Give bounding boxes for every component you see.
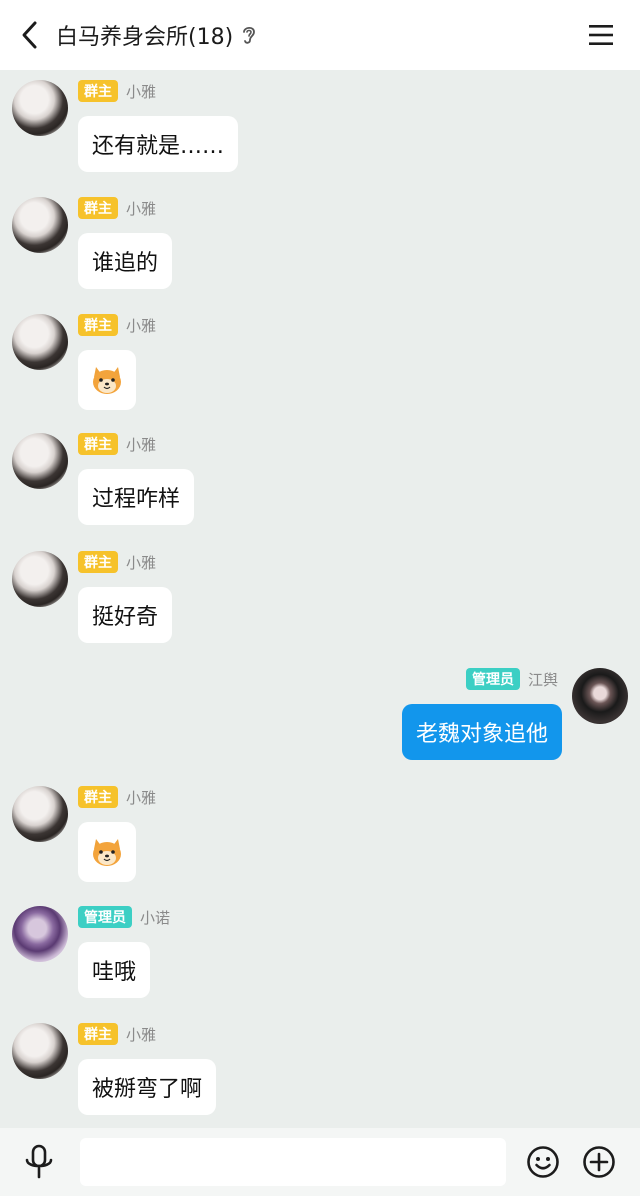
sender-meta: 群主 小雅	[78, 80, 156, 102]
ear-icon[interactable]	[241, 24, 257, 46]
sender-meta: 群主 小雅	[78, 197, 156, 219]
more-button[interactable]	[582, 1145, 616, 1179]
avatar[interactable]	[12, 433, 68, 489]
sender-meta: 管理员 小诺	[78, 906, 170, 928]
sender-meta: 群主 小雅	[78, 551, 156, 573]
message-bubble[interactable]: 哇哦	[78, 942, 151, 998]
sender-name[interactable]: 小雅	[126, 787, 156, 808]
avatar[interactable]	[12, 906, 68, 962]
message-bubble[interactable]: 还有就是……	[78, 116, 239, 172]
role-badge: 群主	[78, 197, 118, 219]
sender-name[interactable]: 小雅	[126, 198, 156, 219]
voice-button[interactable]	[22, 1144, 56, 1180]
input-bar	[0, 1128, 640, 1196]
smiley-icon	[527, 1146, 559, 1178]
role-badge: 群主	[78, 1023, 118, 1045]
message-bubble[interactable]: 过程咋样	[78, 469, 195, 525]
avatar[interactable]	[12, 197, 68, 253]
message-bubble[interactable]: 被掰弯了啊	[78, 1059, 217, 1115]
avatar[interactable]	[12, 786, 68, 842]
chat-message-list[interactable]: 群主 小雅 还有就是…… 群主 小雅 谁追的 群主 小雅 群主 小雅 过程咋样 …	[0, 70, 640, 1128]
avatar[interactable]	[12, 314, 68, 370]
role-badge: 群主	[78, 80, 118, 102]
avatar[interactable]	[572, 668, 628, 724]
role-badge: 管理员	[465, 668, 520, 690]
sender-name[interactable]: 江舆	[528, 669, 558, 690]
message-bubble[interactable]: 挺好奇	[78, 587, 173, 643]
role-badge: 管理员	[78, 906, 132, 928]
back-button[interactable]	[14, 18, 44, 52]
plus-circle-icon	[583, 1146, 615, 1178]
role-badge: 群主	[78, 433, 118, 455]
sender-meta: 管理员 江舆	[465, 668, 558, 690]
sender-name[interactable]: 小雅	[126, 315, 156, 336]
sender-meta: 群主 小雅	[78, 1023, 156, 1045]
sender-meta: 群主 小雅	[78, 786, 156, 808]
message-bubble[interactable]: 谁追的	[78, 233, 173, 289]
role-badge: 群主	[78, 551, 118, 573]
group-name: 白马养身会所(18)	[56, 25, 234, 50]
avatar[interactable]	[12, 80, 68, 136]
sender-name[interactable]: 小雅	[126, 1024, 156, 1045]
sender-meta: 群主 小雅	[78, 314, 156, 336]
avatar[interactable]	[12, 551, 68, 607]
role-badge: 群主	[78, 314, 118, 336]
sender-name[interactable]: 小雅	[126, 81, 156, 102]
sender-name[interactable]: 小雅	[126, 434, 156, 455]
chevron-left-icon	[22, 21, 37, 49]
menu-button[interactable]	[586, 20, 616, 50]
shiba-dog-sticker	[93, 839, 121, 866]
role-badge: 群主	[78, 786, 118, 808]
emoji-button[interactable]	[526, 1145, 560, 1179]
chat-header: 白马养身会所(18)	[0, 0, 640, 70]
sender-name[interactable]: 小诺	[140, 907, 170, 928]
shiba-dog-sticker	[93, 367, 121, 394]
microphone-icon	[25, 1144, 53, 1179]
sticker-bubble[interactable]	[78, 350, 136, 410]
message-bubble[interactable]: 老魏对象追他	[401, 704, 562, 760]
sender-name[interactable]: 小雅	[126, 552, 156, 573]
group-title: 白马养身会所(18)	[56, 16, 257, 54]
hamburger-menu-icon	[589, 25, 613, 45]
sender-meta: 群主 小雅	[78, 433, 156, 455]
message-input[interactable]	[80, 1138, 506, 1186]
sticker-bubble[interactable]	[78, 822, 136, 882]
avatar[interactable]	[12, 1023, 68, 1079]
